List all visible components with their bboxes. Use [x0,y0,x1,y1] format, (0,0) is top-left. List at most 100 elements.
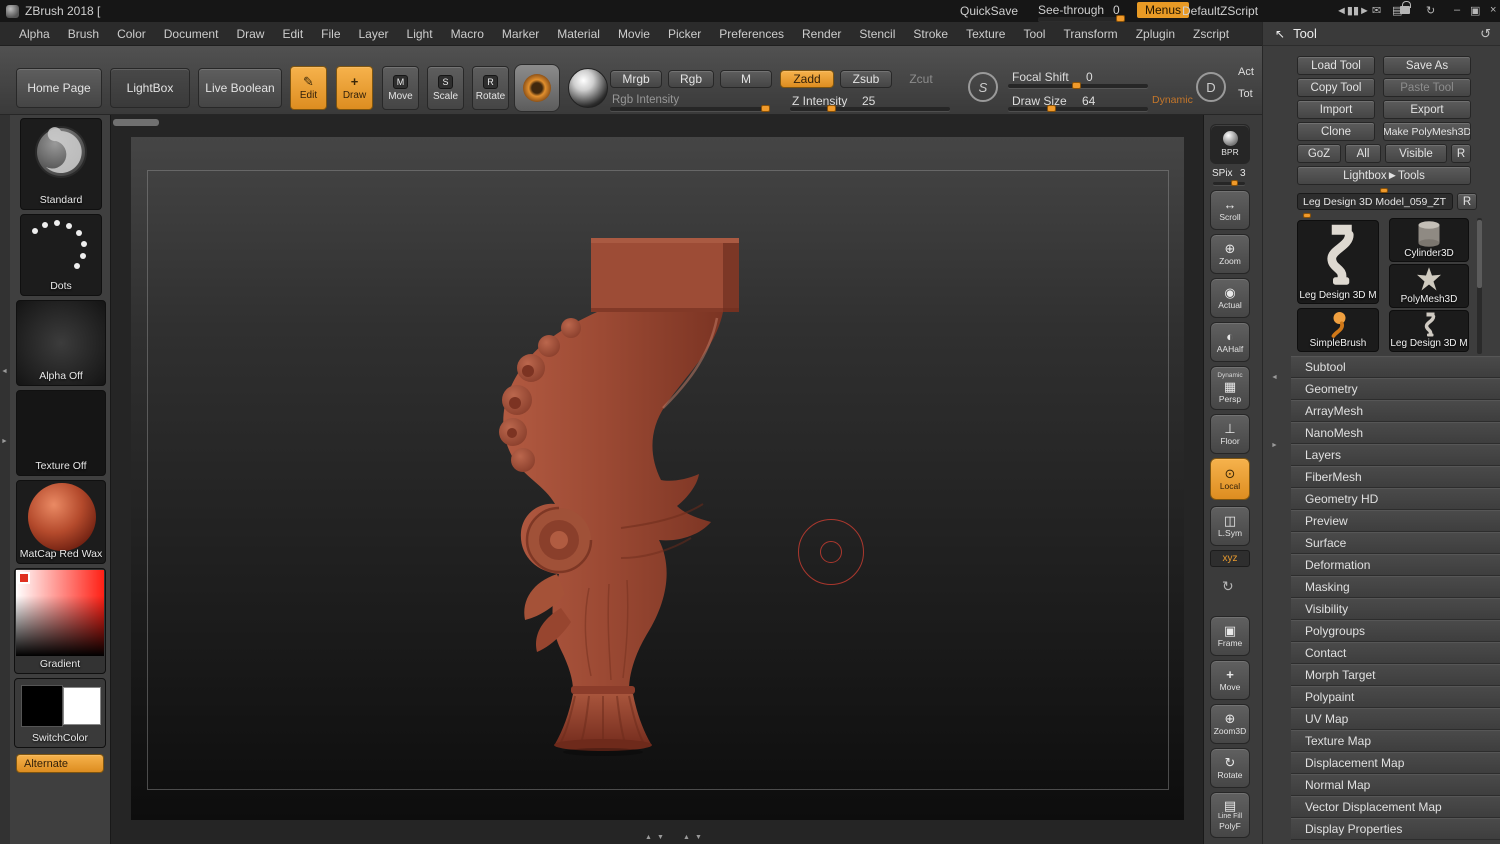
menu-stencil[interactable]: Stencil [850,22,904,46]
section-geometry-hd[interactable]: Geometry HD [1291,488,1500,510]
move-view-button[interactable]: + Move [1210,660,1250,700]
goz-all-button[interactable]: All [1345,144,1381,163]
menu-material[interactable]: Material [548,22,609,46]
menu-stroke[interactable]: Stroke [904,22,957,46]
menu-movie[interactable]: Movie [609,22,659,46]
zcut-button[interactable]: Zcut [898,70,944,88]
draw-size-thumb[interactable] [1047,105,1056,112]
panel-divider-left-icon[interactable]: ◄ [1271,374,1278,381]
section-geometry[interactable]: Geometry [1291,378,1500,400]
menu-draw[interactable]: Draw [227,22,273,46]
xyz-symmetry-button[interactable]: xyz [1210,550,1250,567]
current-material-preview[interactable] [568,68,608,108]
lsym-button[interactable]: ◫ L.Sym [1210,506,1250,546]
section-fibermesh[interactable]: FiberMesh [1291,466,1500,488]
import-button[interactable]: Import [1297,100,1375,119]
menu-picker[interactable]: Picker [659,22,710,46]
m-button[interactable]: M [720,70,772,88]
current-alpha-tile[interactable]: Alpha Off [16,300,106,386]
rgb-intensity-slider[interactable] [610,105,770,112]
gyro-icon[interactable]: ↻ [1222,578,1234,595]
menu-texture[interactable]: Texture [957,22,1014,46]
section-polygroups[interactable]: Polygroups [1291,620,1500,642]
draw-button[interactable]: + Draw [336,66,373,110]
canvas-scroll-down2-icon[interactable]: ▼ [695,834,702,841]
canvas-scroll-down-icon[interactable]: ▼ [657,834,664,841]
menu-color[interactable]: Color [108,22,155,46]
section-preview[interactable]: Preview [1291,510,1500,532]
section-display-properties[interactable]: Display Properties [1291,818,1500,840]
menu-macro[interactable]: Macro [442,22,493,46]
clone-button[interactable]: Clone [1297,122,1375,141]
dynamic-sphere-icon[interactable]: D [1196,72,1226,102]
draw-size-slider[interactable] [1008,105,1148,112]
alternate-button[interactable]: Alternate [16,754,104,773]
scale-button[interactable]: S Scale [427,66,464,110]
simplebrush-thumbnail[interactable]: SimpleBrush [1297,308,1379,352]
line-fill-button[interactable]: ▤ Line Fill PolyF [1210,792,1250,838]
menu-marker[interactable]: Marker [493,22,548,46]
section-normal-map[interactable]: Normal Map [1291,774,1500,796]
refresh-icon[interactable]: ↻ [1426,4,1435,17]
make-polymesh3d-button[interactable]: Make PolyMesh3D [1383,122,1471,141]
section-uv-map[interactable]: UV Map [1291,708,1500,730]
section-masking[interactable]: Masking [1291,576,1500,598]
canvas-scroll-up2-icon[interactable]: ▲ [683,834,690,841]
cylinder3d-thumbnail[interactable]: Cylinder3D [1389,218,1469,262]
menu-preferences[interactable]: Preferences [710,22,793,46]
tool-palette-header[interactable]: ↖ Tool ↺ [1263,22,1500,46]
section-subtool[interactable]: Subtool [1291,356,1500,378]
default-zscript-button[interactable]: DefaultZScript [1182,4,1258,18]
zoom3d-button[interactable]: ⊕ Zoom3D [1210,704,1250,744]
restore-icon[interactable]: ▣ [1470,4,1480,17]
paste-tool-button[interactable]: Paste Tool [1383,78,1471,97]
section-texture-map[interactable]: Texture Map [1291,730,1500,752]
spix-slider[interactable] [1213,180,1245,186]
load-tool-button[interactable]: Load Tool [1297,56,1375,75]
menu-render[interactable]: Render [793,22,850,46]
section-polypaint[interactable]: Polypaint [1291,686,1500,708]
section-vector-displacement-map[interactable]: Vector Displacement Map [1291,796,1500,818]
rotate-view-button[interactable]: ↻ Rotate [1210,748,1250,788]
current-texture-tile[interactable]: Texture Off [16,390,106,476]
menu-document[interactable]: Document [155,22,228,46]
canvas-scroll-up-icon[interactable]: ▲ [645,834,652,841]
minimize-icon[interactable]: – [1454,4,1460,16]
menu-layer[interactable]: Layer [350,22,398,46]
close-icon[interactable]: × [1490,4,1496,16]
thumbnails-scrollbar-thumb[interactable] [1477,220,1482,288]
secondary-color-swatch[interactable] [63,687,101,725]
section-morph-target[interactable]: Morph Target [1291,664,1500,686]
cycle-palette-icon[interactable]: ↺ [1480,26,1491,42]
z-intensity-slider[interactable] [790,105,950,112]
goz-r-button[interactable]: R [1451,144,1471,163]
focal-shift-slider[interactable] [1008,82,1148,89]
menu-light[interactable]: Light [398,22,442,46]
zsub-button[interactable]: Zsub [840,70,892,88]
rename-tool-button[interactable]: R [1457,193,1477,210]
copy-tool-button[interactable]: Copy Tool [1297,78,1375,97]
switch-color-tile[interactable]: SwitchColor [14,678,106,748]
goz-button[interactable]: GoZ [1297,144,1341,163]
export-button[interactable]: Export [1383,100,1471,119]
zbrush-document[interactable] [131,137,1184,820]
left-divider-collapse-icon[interactable]: ◄ [1,368,8,375]
home-page-button[interactable]: Home Page [16,68,102,108]
section-displacement-map[interactable]: Displacement Map [1291,752,1500,774]
section-layers[interactable]: Layers [1291,444,1500,466]
rgb-intensity-thumb[interactable] [761,105,770,112]
mrgb-button[interactable]: Mrgb [610,70,662,88]
leg-tool-thumbnail-2[interactable]: Leg Design 3D M [1389,310,1469,352]
active-tool-name-field[interactable]: Leg Design 3D Model_059_ZT [1297,193,1453,210]
actual-button[interactable]: ◉ Actual [1210,278,1250,318]
active-tool-thumbnail[interactable]: Leg Design 3D M [1297,220,1379,304]
main-color-swatch[interactable] [21,685,63,727]
goz-visible-button[interactable]: Visible [1385,144,1447,163]
current-stroke-tile[interactable]: Dots [20,214,102,296]
save-as-button[interactable]: Save As [1383,56,1471,75]
zoom-button[interactable]: ⊕ Zoom [1210,234,1250,274]
rotate-button[interactable]: R Rotate [472,66,509,110]
current-brush-tile[interactable]: Standard [20,118,102,210]
menu-alpha[interactable]: Alpha [10,22,59,46]
section-visibility[interactable]: Visibility [1291,598,1500,620]
